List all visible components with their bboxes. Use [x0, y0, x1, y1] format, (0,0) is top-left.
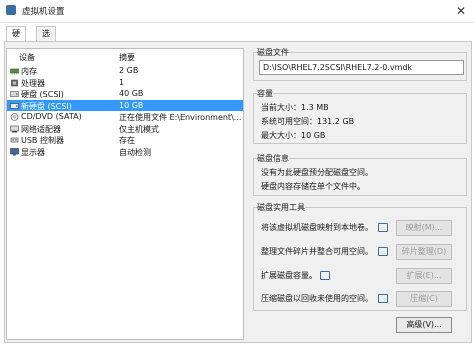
device-summary: 仅主机模式	[119, 124, 159, 134]
device-name: 处理器	[21, 78, 45, 88]
max-size-text: 最大大小：10 GB	[261, 131, 326, 140]
window-title: 虚拟机设置	[22, 7, 65, 17]
device-summary: 正在使用文件 E:\Environment\...	[119, 113, 241, 122]
device-row-network-adapter[interactable]: 网络适配器 仅主机模式	[7, 123, 243, 135]
advanced-button[interactable]: 高级(V)...	[396, 317, 452, 333]
usb-icon	[10, 137, 19, 143]
device-name: CD/DVD (SATA)	[21, 112, 82, 121]
device-row-processor[interactable]: 处理器 1	[7, 77, 243, 89]
column-summary[interactable]: 摘要	[119, 52, 135, 63]
disk-info-line-1: 没有为此硬盘预分配磁盘空间。	[261, 168, 373, 177]
disk-utilities-label: 磁盘实用工具	[257, 202, 305, 213]
compact-button[interactable]: 压缩(C)	[396, 291, 452, 307]
device-row-hard-disk[interactable]: 硬盘 (SCSI) 40 GB	[7, 88, 243, 100]
tab-hardware[interactable]: 硬件	[6, 26, 26, 52]
hard-disk-icon	[10, 91, 19, 97]
map-button[interactable]: 映射(M)...	[396, 220, 452, 236]
device-summary: 1	[119, 77, 125, 87]
display-icon	[10, 147, 19, 155]
defrag-description: 整理文件碎片并整合可用空间。	[261, 247, 373, 256]
close-button[interactable]: ✕	[454, 4, 468, 18]
device-row-memory[interactable]: 内存 2 GB	[7, 65, 243, 77]
disk-file-path-field[interactable]: D:\ISO\RHEL7.2SCSI\RHEL7.2-0.vmdk	[259, 60, 464, 75]
column-device[interactable]: 设备	[19, 52, 35, 63]
device-list-header: 设备 摘要	[7, 49, 243, 63]
device-summary: 存在	[119, 136, 135, 145]
device-summary: 2 GB	[119, 66, 139, 75]
device-summary: 10 GB	[119, 100, 144, 110]
device-name: 新硬盘 (SCSI)	[21, 101, 72, 111]
capacity-label: 容量	[257, 88, 273, 99]
network-adapter-icon	[10, 125, 19, 132]
system-free-space-text: 系统可用空间：131.2 GB	[261, 117, 355, 126]
device-summary: 自动检测	[119, 147, 151, 157]
device-name: 内存	[21, 67, 37, 76]
map-description: 将该虚拟机磁盘映射到本地卷。	[261, 223, 373, 232]
compact-description: 压缩磁盘以回收未使用的空间。	[261, 294, 373, 303]
disk-file-label: 磁盘文件	[257, 47, 289, 58]
vm-settings-icon	[6, 5, 16, 15]
device-summary: 40 GB	[119, 89, 144, 98]
device-row-new-hard-disk[interactable]: 新硬盘 (SCSI) 10 GB	[7, 99, 243, 111]
device-name: 硬盘 (SCSI)	[21, 90, 64, 99]
current-size-text: 当前大小：1.3 MB	[261, 103, 329, 112]
disk-info-line-2: 硬盘内容存储在单个文件中。	[261, 182, 365, 191]
info-icon	[378, 223, 388, 232]
device-row-cd-dvd[interactable]: CD/DVD (SATA) 正在使用文件 E:\Environment\...	[7, 111, 243, 123]
memory-icon	[10, 68, 19, 75]
device-name: 显示器	[21, 147, 45, 157]
info-icon	[378, 294, 388, 303]
processor-icon	[11, 79, 18, 86]
cd-dvd-icon	[10, 113, 19, 121]
hard-disk-icon	[10, 102, 19, 109]
tab-options[interactable]: 选项	[36, 26, 56, 52]
title-bar: 虚拟机设置 ✕	[0, 0, 474, 23]
device-row-usb-controller[interactable]: USB 控制器 存在	[7, 134, 243, 146]
defragment-button[interactable]: 碎片整理(D)	[396, 244, 452, 260]
expand-description: 扩展磁盘容量。	[261, 271, 317, 280]
expand-button[interactable]: 扩展(E)...	[396, 268, 452, 284]
device-row-display[interactable]: 显示器 自动检测	[7, 146, 243, 158]
info-icon	[320, 271, 330, 280]
device-list[interactable]: 设备 摘要 内存 2 GB 处理器 1 硬盘 (SCSI) 40 GB 新硬盘 …	[6, 48, 244, 340]
device-name: 网络适配器	[21, 124, 61, 134]
disk-info-label: 磁盘信息	[257, 153, 289, 164]
device-name: USB 控制器	[21, 136, 64, 145]
info-icon	[378, 247, 388, 256]
